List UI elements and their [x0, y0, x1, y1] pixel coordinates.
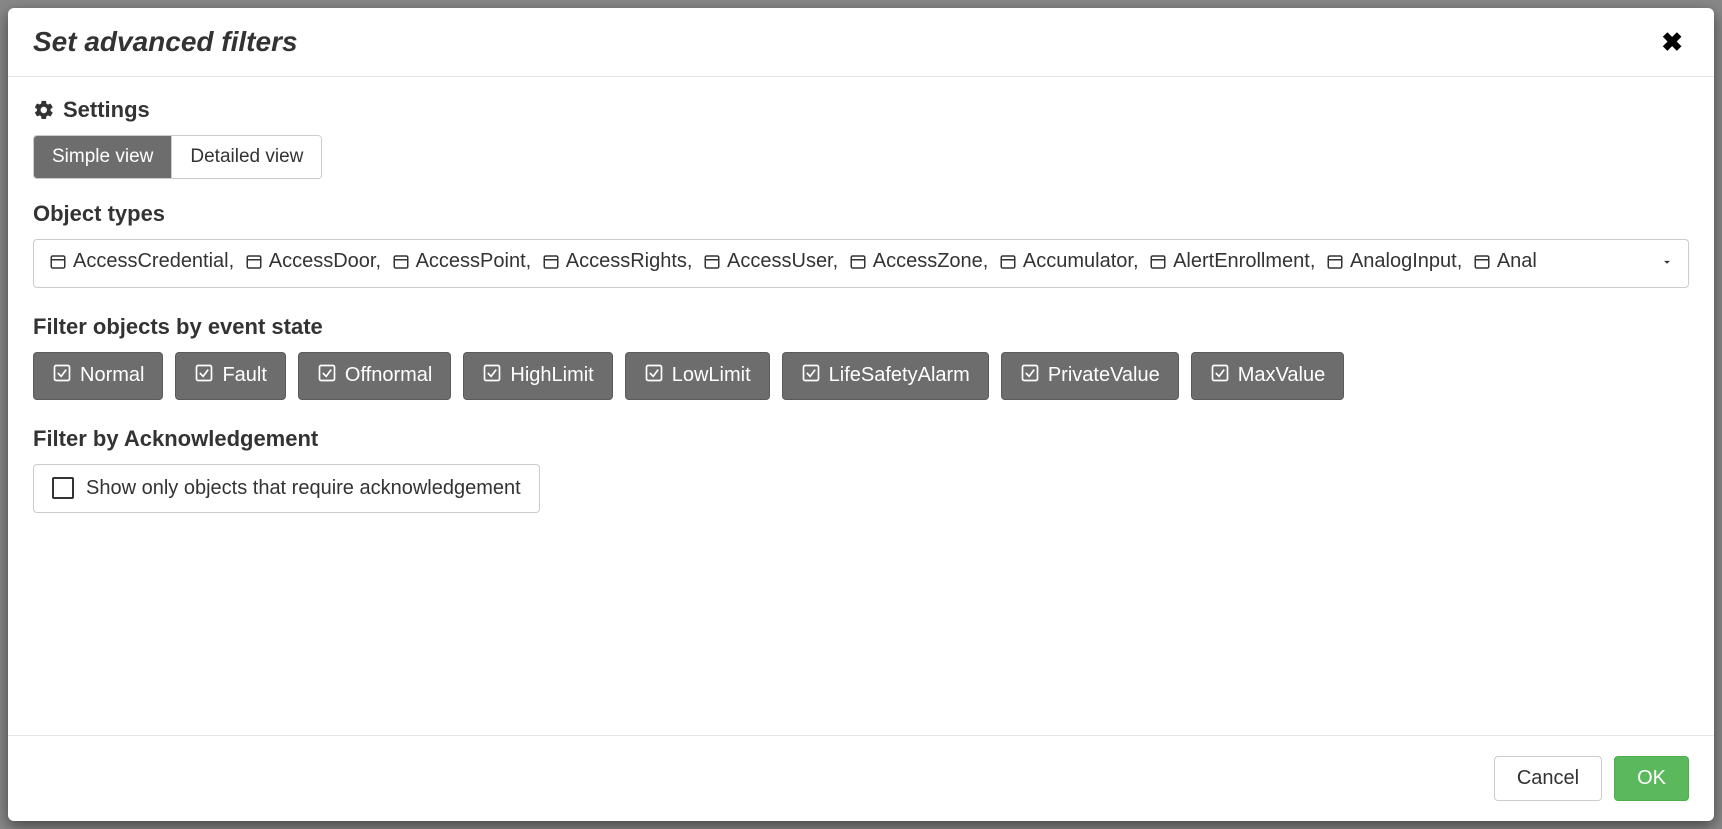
- close-icon[interactable]: ✖: [1655, 29, 1689, 55]
- object-type-icon: [998, 253, 1018, 271]
- object-type-item: AccessZone,: [848, 250, 989, 273]
- object-type-label: Accumulator,: [1023, 250, 1139, 273]
- object-type-icon: [1148, 253, 1168, 271]
- settings-label: Settings: [63, 97, 150, 123]
- acknowledgement-checkbox-label: Show only objects that require acknowled…: [86, 477, 521, 500]
- event-state-label: LifeSafetyAlarm: [829, 364, 970, 387]
- object-type-item: AnalogInput,: [1325, 250, 1462, 273]
- event-state-lowlimit[interactable]: LowLimit: [625, 352, 770, 400]
- event-state-privatevalue[interactable]: PrivateValue: [1001, 352, 1179, 400]
- object-type-label: AccessRights,: [566, 250, 693, 273]
- cancel-button[interactable]: Cancel: [1494, 756, 1602, 801]
- checked-box-icon: [644, 363, 664, 389]
- object-type-item: Anal: [1472, 250, 1537, 273]
- event-state-label: LowLimit: [672, 364, 751, 387]
- checked-box-icon: [1020, 363, 1040, 389]
- chevron-down-icon: [1650, 252, 1674, 275]
- event-state-label: Normal: [80, 364, 144, 387]
- object-type-icon: [541, 253, 561, 271]
- checked-box-icon: [317, 363, 337, 389]
- object-type-icon: [48, 253, 68, 271]
- object-type-label: AnalogInput,: [1350, 250, 1462, 273]
- object-type-icon: [244, 253, 264, 271]
- object-type-icon: [391, 253, 411, 271]
- object-type-label: AccessPoint,: [416, 250, 532, 273]
- event-state-label: PrivateValue: [1048, 364, 1160, 387]
- object-types-label: Object types: [33, 201, 1689, 227]
- event-state-label: Filter objects by event state: [33, 314, 1689, 340]
- event-state-label: HighLimit: [510, 364, 593, 387]
- gear-icon: [33, 99, 55, 121]
- checkbox-icon: [52, 477, 74, 499]
- acknowledgement-label: Filter by Acknowledgement: [33, 426, 1689, 452]
- checked-box-icon: [482, 363, 502, 389]
- event-state-label: Offnormal: [345, 364, 432, 387]
- advanced-filters-dialog: Set advanced filters ✖ Settings Simple v…: [8, 8, 1714, 821]
- object-type-item: AccessPoint,: [391, 250, 532, 273]
- event-state-label: MaxValue: [1238, 364, 1325, 387]
- object-type-item: AccessUser,: [702, 250, 838, 273]
- object-type-label: Anal: [1497, 250, 1537, 273]
- object-type-icon: [702, 253, 722, 271]
- object-type-icon: [1472, 253, 1492, 271]
- object-type-label: AccessDoor,: [269, 250, 381, 273]
- object-type-item: AlertEnrollment,: [1148, 250, 1315, 273]
- detailed-view-button[interactable]: Detailed view: [172, 136, 321, 178]
- view-toggle: Simple view Detailed view: [33, 135, 322, 179]
- event-state-offnormal[interactable]: Offnormal: [298, 352, 451, 400]
- event-state-normal[interactable]: Normal: [33, 352, 163, 400]
- object-type-item: AccessCredential,: [48, 250, 234, 273]
- object-types-select[interactable]: AccessCredential, AccessDoor, AccessPoin…: [33, 239, 1689, 288]
- dialog-footer: Cancel OK: [8, 735, 1714, 821]
- event-state-row: Normal Fault Offnormal HighLimit LowLimit Lif…: [33, 352, 1689, 400]
- ok-button[interactable]: OK: [1614, 756, 1689, 801]
- dialog-title: Set advanced filters: [33, 26, 298, 58]
- object-type-icon: [1325, 253, 1345, 271]
- simple-view-button[interactable]: Simple view: [34, 136, 172, 178]
- object-type-label: AccessZone,: [873, 250, 989, 273]
- dialog-body: Settings Simple view Detailed view Objec…: [8, 77, 1714, 735]
- checked-box-icon: [52, 363, 72, 389]
- object-type-label: AccessCredential,: [73, 250, 234, 273]
- event-state-lifesafetyalarm[interactable]: LifeSafetyAlarm: [782, 352, 989, 400]
- object-type-item: Accumulator,: [998, 250, 1139, 273]
- object-type-icon: [848, 253, 868, 271]
- object-type-item: AccessRights,: [541, 250, 693, 273]
- checked-box-icon: [194, 363, 214, 389]
- settings-heading: Settings: [33, 97, 1689, 123]
- checked-box-icon: [1210, 363, 1230, 389]
- event-state-maxvalue[interactable]: MaxValue: [1191, 352, 1344, 400]
- event-state-highlimit[interactable]: HighLimit: [463, 352, 612, 400]
- acknowledgement-checkbox[interactable]: Show only objects that require acknowled…: [33, 464, 540, 513]
- checked-box-icon: [801, 363, 821, 389]
- event-state-fault[interactable]: Fault: [175, 352, 285, 400]
- object-type-label: AccessUser,: [727, 250, 838, 273]
- event-state-label: Fault: [222, 364, 266, 387]
- object-type-item: AccessDoor,: [244, 250, 381, 273]
- dialog-header: Set advanced filters ✖: [8, 8, 1714, 77]
- object-type-label: AlertEnrollment,: [1173, 250, 1315, 273]
